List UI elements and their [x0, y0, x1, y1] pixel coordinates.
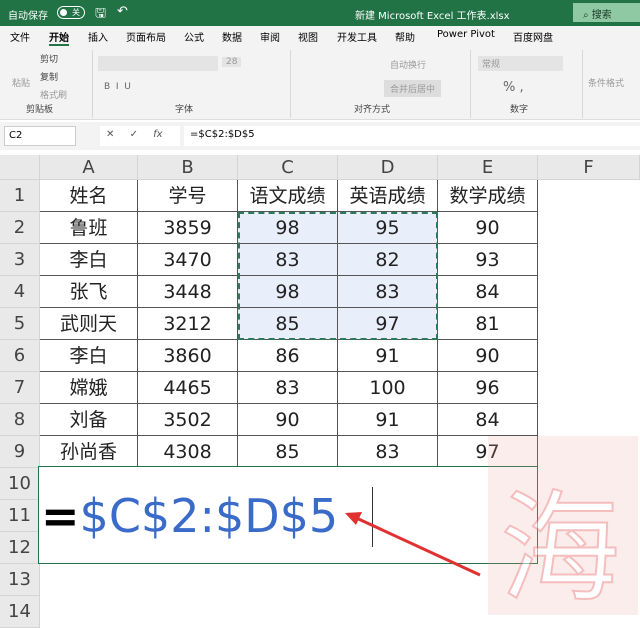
annotation-layer: 海 [345, 436, 638, 615]
red-arrow [351, 514, 481, 577]
watermark-stamp: 海 [488, 436, 638, 615]
svg-text:海: 海 [500, 480, 620, 615]
